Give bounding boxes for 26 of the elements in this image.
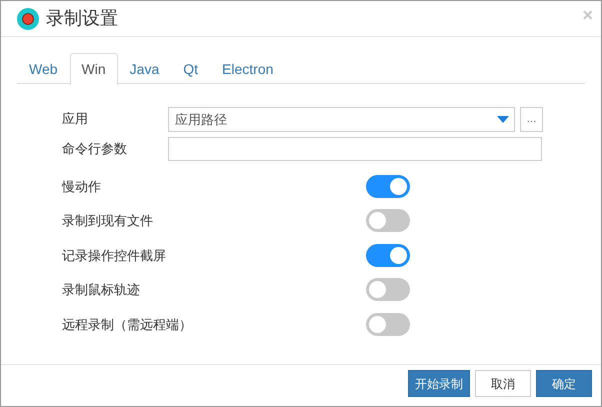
field-label: 命令行参数 — [62, 140, 128, 158]
switch-label: 慢动作 — [62, 178, 102, 196]
toggle-switch[interactable] — [366, 174, 410, 198]
field-label: 应用 — [62, 110, 89, 128]
dropdown-field[interactable]: 应用路径 — [168, 106, 515, 132]
record-icon — [16, 6, 40, 30]
toggle-switch[interactable] — [366, 209, 410, 232]
switch-label: 录制鼠标轨迹 — [62, 281, 141, 299]
tab[interactable]: Win — [70, 53, 118, 85]
toggle-switch[interactable] — [366, 278, 410, 302]
dialog-button[interactable]: 开始录制 — [408, 370, 470, 397]
switch-label: 录制到现有文件 — [62, 212, 154, 230]
switch-label: 记录操作控件截屏 — [62, 246, 167, 264]
dialog-button[interactable]: 取消 — [475, 370, 531, 397]
toggle-switch[interactable] — [366, 312, 410, 336]
input-field[interactable] — [168, 137, 542, 161]
tab[interactable]: Web — [17, 53, 70, 84]
browse-button[interactable]: … — [520, 106, 543, 132]
window-title: 录制设置 — [46, 7, 118, 30]
tab[interactable]: Java — [118, 53, 172, 84]
toggle-switch[interactable] — [366, 244, 410, 267]
switch-label: 远程录制（需远程端） — [62, 316, 193, 334]
tab[interactable]: Electron — [210, 53, 286, 84]
caret-icon — [497, 116, 509, 122]
dialog-button[interactable]: 确定 — [536, 370, 592, 397]
tab[interactable]: Qt — [171, 53, 210, 84]
